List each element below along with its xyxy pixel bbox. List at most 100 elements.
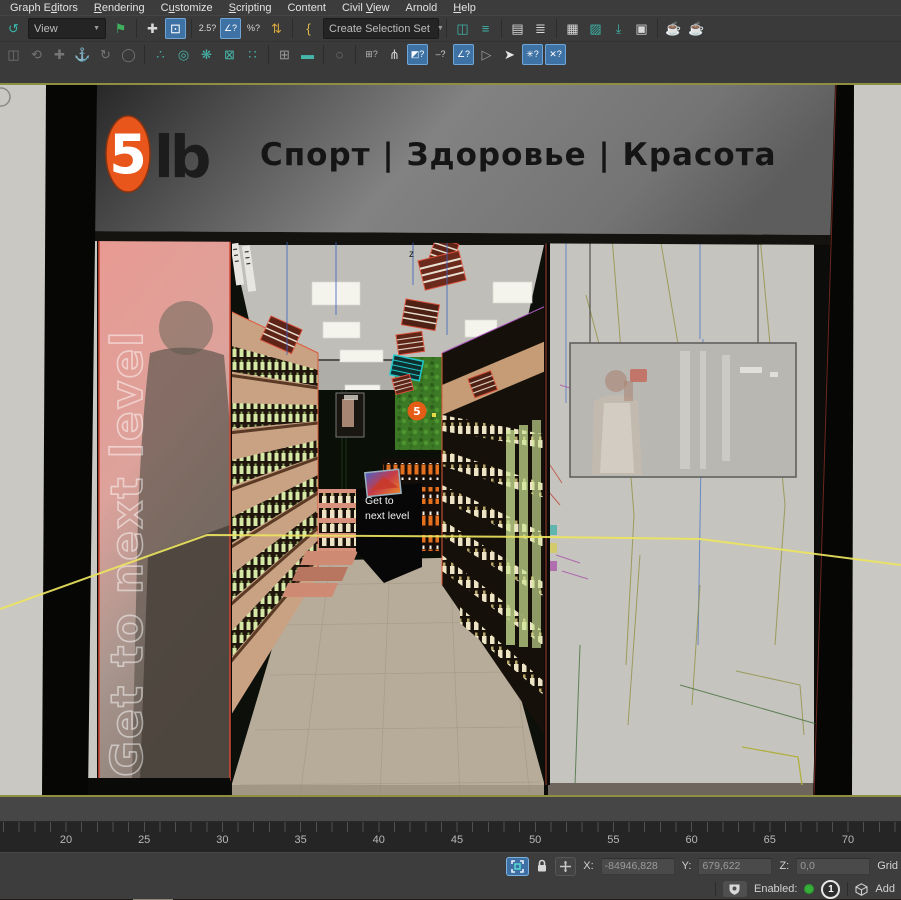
cursor-tool-icon[interactable]: ➤ <box>499 44 520 65</box>
align-icon[interactable]: ≡ <box>475 18 496 39</box>
loop-tool-icon[interactable]: ↻ <box>95 44 116 65</box>
soft-selection-icon[interactable]: ∴ <box>150 44 171 65</box>
rendered-frame-icon[interactable]: ▣ <box>631 18 652 39</box>
menu-graph-editors[interactable]: Graph Editors <box>2 2 86 14</box>
timeline-frame-label: 50 <box>529 834 541 846</box>
snap-grid-icon[interactable]: ⊞? <box>361 44 382 65</box>
toolbar-separator <box>268 45 269 64</box>
separator <box>715 882 716 896</box>
schematic-view-icon[interactable]: ▦ <box>562 18 583 39</box>
percent-snap-icon[interactable]: %? <box>243 18 264 39</box>
prompt-bar: Enabled: 1 Add <box>0 879 901 899</box>
grid-size-label: Grid <box>877 860 898 872</box>
named-selection-set-dropdown[interactable]: Create Selection Set▼ <box>323 18 439 39</box>
timeline-frame-label: 35 <box>294 834 306 846</box>
isolate-selection-button[interactable] <box>506 857 529 876</box>
add-button[interactable]: Add <box>875 883 895 895</box>
spinner-snap-icon[interactable]: ⇅ <box>266 18 287 39</box>
chevron-down-icon: ▼ <box>437 25 444 32</box>
menu-rendering[interactable]: Rendering <box>86 2 153 14</box>
restrict-y-icon[interactable]: ⟲ <box>26 44 47 65</box>
edit-named-selections-icon[interactable]: { <box>298 18 319 39</box>
x-coordinate-field[interactable]: -84946,828 <box>601 858 675 875</box>
toolbar-separator <box>556 19 557 38</box>
render-production-icon[interactable]: ☕ <box>663 18 684 39</box>
mirror-icon[interactable]: ◫ <box>452 18 473 39</box>
timeline-frame-label: 65 <box>764 834 776 846</box>
lock-icon[interactable] <box>536 859 548 873</box>
material-editor-icon[interactable]: ▨ <box>585 18 606 39</box>
bone-tools-icon[interactable]: ⋔ <box>384 44 405 65</box>
timeline-frame-label: 30 <box>216 834 228 846</box>
menu-content[interactable]: Content <box>279 2 334 14</box>
paint-objects-icon[interactable]: ∷ <box>242 44 263 65</box>
chevron-down-icon: ▼ <box>93 25 100 32</box>
ring-tool-icon[interactable]: ◯ <box>118 44 139 65</box>
select-and-move-icon[interactable]: ✚ <box>142 18 163 39</box>
separator <box>847 882 848 896</box>
render-arnold-icon[interactable]: ☕ <box>686 18 707 39</box>
use-center-flyout-icon[interactable]: ⚑ <box>110 18 131 39</box>
angle-snap-icon[interactable]: ∠? <box>220 18 241 39</box>
place-object-icon[interactable]: ❋ <box>196 44 217 65</box>
menu-scripting[interactable]: Scripting <box>221 2 280 14</box>
snap-angle-2-icon[interactable]: ∠? <box>453 44 474 65</box>
timeline-frame-label: 20 <box>60 834 72 846</box>
toolbar-separator <box>144 45 145 64</box>
y-coordinate-label: Y: <box>682 860 692 872</box>
timeline-frame-label: 60 <box>685 834 697 846</box>
coordinate-system-dropdown[interactable]: View▼ <box>28 18 106 39</box>
restrict-plane-icon[interactable]: ⚓ <box>72 44 93 65</box>
snap-off-icon[interactable]: ✕? <box>545 44 566 65</box>
toolbar-separator <box>446 19 447 38</box>
toolbar-separator <box>292 19 293 38</box>
timeline-ticks <box>0 822 901 832</box>
menu-arnold[interactable]: Arnold <box>397 2 445 14</box>
3dsmax-window: Graph EditorsRenderingCustomizeScripting… <box>0 0 901 900</box>
main-toolbar: ↺View▼⚑ ✚⊡ 2.5?∠?%?⇅ {Create Selection Set▼… <box>0 15 901 41</box>
z-coordinate-label: Z: <box>779 860 789 872</box>
notification-count-badge[interactable]: 1 <box>821 880 840 899</box>
status-bar: X: -84946,828 Y: 679,622 Z: 0,0 Grid <box>0 852 901 879</box>
restrict-z-icon[interactable]: ✚ <box>49 44 70 65</box>
scene-undo-icon[interactable]: ↺ <box>3 18 24 39</box>
menu-bar: Graph EditorsRenderingCustomizeScripting… <box>0 0 901 15</box>
scene-explorer-icon[interactable]: ▤ <box>507 18 528 39</box>
keyboard-override-icon[interactable]: ⊡ <box>165 18 186 39</box>
snap-toggle-25d-icon[interactable]: 2.5? <box>197 18 218 39</box>
select-region-icon[interactable]: ⊠ <box>219 44 240 65</box>
security-enabled-label: Enabled: <box>754 883 797 895</box>
x-coordinate-label: X: <box>583 860 593 872</box>
snap-3d-icon[interactable]: ◩? <box>407 44 428 65</box>
package-icon <box>855 883 868 896</box>
measure-distance-icon[interactable]: ▬ <box>297 44 318 65</box>
moss-logo-number: 5 <box>413 405 421 418</box>
layer-explorer-icon[interactable]: ≣ <box>530 18 551 39</box>
time-slider-bar[interactable] <box>0 797 901 822</box>
array-tool-icon[interactable]: ◌ <box>329 44 350 65</box>
toolbar-separator <box>501 19 502 38</box>
snap-pivot-icon[interactable]: –? <box>430 44 451 65</box>
timeline-frame-label: 55 <box>607 834 619 846</box>
menu-customize[interactable]: Customize <box>153 2 221 14</box>
perspective-viewport[interactable]: 5 <box>0 83 901 797</box>
timeline-frame-label: 25 <box>138 834 150 846</box>
y-coordinate-field[interactable]: 679,622 <box>698 858 772 875</box>
menu-help[interactable]: Help <box>445 2 484 14</box>
autogrid-icon[interactable]: ⊞ <box>274 44 295 65</box>
secondary-toolbar: ◫⟲✚⚓↻◯ ∴◎❋⊠∷ ⊞▬ ◌ ⊞?⋔◩?–?∠?▷➤✳?✕? <box>0 41 901 83</box>
logo-suffix: lb <box>154 123 209 191</box>
z-coordinate-field[interactable]: 0,0 <box>796 858 870 875</box>
restrict-x-icon[interactable]: ◫ <box>3 44 24 65</box>
security-status-dot <box>804 884 814 894</box>
snap-scale-icon[interactable]: ✳? <box>522 44 543 65</box>
prism-tool-icon[interactable]: ▷ <box>476 44 497 65</box>
render-setup-icon[interactable]: ⤓ <box>608 18 629 39</box>
timeline-ruler[interactable]: 2025303540455055606570 <box>0 822 901 852</box>
transform-type-icon <box>560 861 571 872</box>
absolute-offset-toggle[interactable] <box>555 857 576 876</box>
paint-selection-icon[interactable]: ◎ <box>173 44 194 65</box>
toolbar-separator <box>191 19 192 38</box>
menu-civil-view[interactable]: Civil View <box>334 2 398 14</box>
scene-security-button[interactable] <box>723 881 747 897</box>
